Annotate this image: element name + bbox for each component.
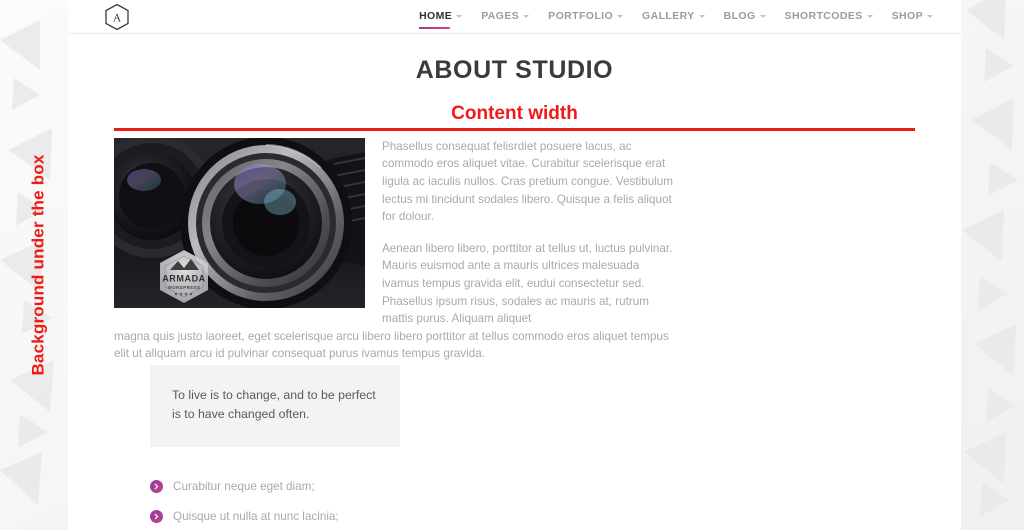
- chevron-down-icon: [456, 14, 463, 18]
- svg-text:★★★★: ★★★★: [174, 291, 194, 296]
- content-box: A HOME PAGES PORTFOLIO GALLERY BLOG SHOR…: [68, 0, 961, 530]
- chevron-down-icon: [698, 14, 705, 18]
- chevron-right-bullet-icon: [150, 509, 163, 523]
- nav-item-shortcodes[interactable]: SHORTCODES: [785, 10, 873, 24]
- feature-bullet-list: Curabitur neque eget diam; Quisque ut nu…: [150, 479, 400, 530]
- nav-item-shop-label: SHOP: [891, 9, 923, 22]
- list-item-label: Curabitur neque eget diam;: [173, 479, 315, 493]
- background-caption: Background under the box: [10, 0, 68, 530]
- quote-text: To live is to change, and to be perfect …: [172, 387, 376, 421]
- svg-text:A: A: [113, 12, 122, 24]
- nav-item-blog-label: BLOG: [723, 9, 756, 22]
- nav-item-portfolio[interactable]: PORTFOLIO: [548, 9, 624, 24]
- content-area: ARMADA WORDPRESS ★★★★ Phasellus consequa…: [68, 137, 961, 530]
- intro-paragraph-2: Aenean libero libero, porttitor at tellu…: [382, 241, 673, 326]
- intro-paragraph-1: Phasellus consequat felisrdiet posuere l…: [382, 139, 674, 224]
- content-width-rule: [114, 127, 915, 131]
- content-width-marker: Content width: [68, 103, 961, 131]
- main-navigation[interactable]: HOME PAGES PORTFOLIO GALLERY BLOG SHORTC…: [419, 9, 933, 29]
- chevron-down-icon: [523, 14, 530, 18]
- nav-item-portfolio-label: PORTFOLIO: [548, 9, 614, 22]
- nav-item-home[interactable]: HOME: [419, 9, 463, 29]
- intro-paragraph-3: magna quis justo laoreet, eget scelerisq…: [114, 329, 669, 361]
- chevron-down-icon: [866, 14, 873, 18]
- chevron-right-bullet-icon: [150, 479, 163, 493]
- nav-item-pages-label: PAGES: [481, 9, 520, 22]
- list-item: Quisque ut nulla at nunc lacinia;: [150, 509, 400, 523]
- list-item-label: Quisque ut nulla at nunc lacinia;: [173, 509, 339, 523]
- camera-lenses-photo[interactable]: ARMADA WORDPRESS ★★★★: [114, 137, 365, 308]
- chevron-down-icon: [617, 14, 624, 18]
- site-header: A HOME PAGES PORTFOLIO GALLERY BLOG SHOR…: [68, 0, 961, 34]
- nav-item-pages[interactable]: PAGES: [481, 9, 530, 24]
- content-width-label: Content width: [451, 103, 578, 124]
- svg-text:ARMADA: ARMADA: [162, 273, 206, 283]
- page-title: ABOUT STUDIO: [415, 56, 614, 84]
- nav-item-shortcodes-label: SHORTCODES: [784, 9, 863, 22]
- nav-item-gallery[interactable]: GALLERY: [642, 10, 705, 24]
- background-caption-label: Background under the box: [29, 154, 48, 376]
- quote-box: To live is to change, and to be perfect …: [150, 364, 400, 447]
- list-item: Curabitur neque eget diam;: [150, 479, 400, 493]
- content-side-column: To live is to change, and to be perfect …: [150, 363, 400, 530]
- nav-item-home-label: HOME: [419, 9, 453, 22]
- nav-active-underline: [419, 26, 451, 29]
- chevron-down-icon: [759, 14, 766, 18]
- intro-text-block: Phasellus consequat felisrdiet posuere l…: [382, 138, 676, 328]
- nav-item-shop[interactable]: SHOP: [892, 10, 933, 24]
- hexagon-a-logo-icon[interactable]: A: [104, 2, 134, 32]
- nav-item-gallery-label: GALLERY: [642, 9, 695, 22]
- content-main-column: ARMADA WORDPRESS ★★★★ Phasellus consequa…: [114, 137, 676, 363]
- nav-item-blog[interactable]: BLOG: [724, 10, 766, 24]
- svg-text:WORDPRESS: WORDPRESS: [168, 285, 201, 290]
- chevron-down-icon: [927, 14, 933, 18]
